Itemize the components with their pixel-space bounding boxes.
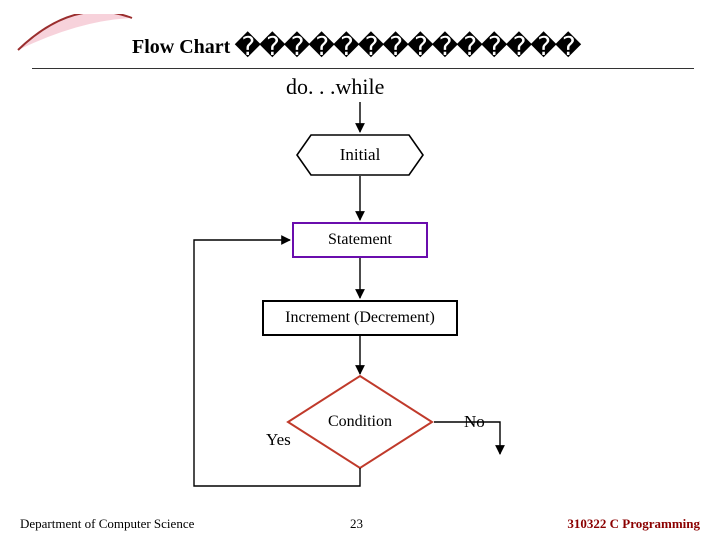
garbled-title-text: �������������� [234,32,579,61]
initial-node: Initial [296,134,424,176]
footer-course: 310322 C Programming [567,516,700,532]
slide-title-row: Flow Chart �������������� [132,32,580,62]
header-divider [32,68,694,69]
condition-label: Condition [286,374,434,470]
increment-node: Increment (Decrement) [262,300,458,336]
footer-department: Department of Computer Science [20,516,194,532]
swoosh-icon [14,14,134,56]
edge-no-label: No [464,412,485,432]
condition-node: Condition [286,374,434,470]
statement-node: Statement [292,222,428,258]
increment-label: Increment (Decrement) [285,309,435,327]
slide-title: Flow Chart [132,36,230,58]
edge-yes-label: Yes [266,430,291,450]
slide-footer: Department of Computer Science 23 310322… [0,506,720,540]
footer-page: 23 [350,516,363,532]
initial-label: Initial [296,134,424,176]
slide-subtitle: do. . .while [286,74,384,100]
statement-label: Statement [328,231,392,249]
